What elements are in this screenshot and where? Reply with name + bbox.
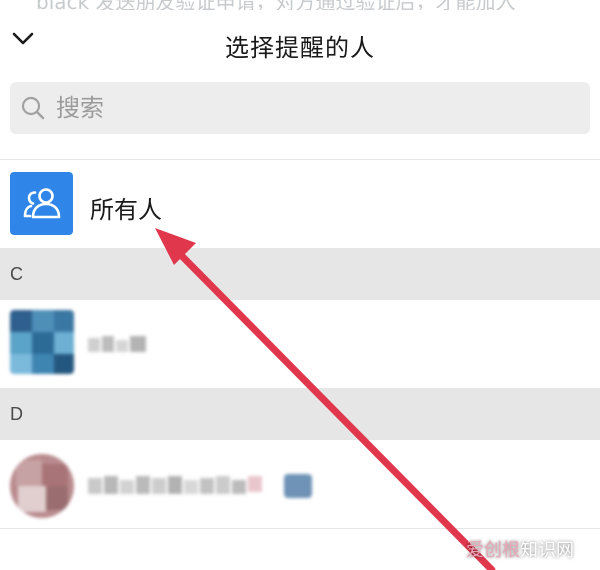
avatar	[10, 454, 74, 518]
section-letter: C	[10, 264, 23, 284]
search-bar[interactable]	[10, 82, 590, 134]
divider	[0, 528, 600, 529]
contact-row[interactable]	[0, 440, 600, 528]
dialog-header: 选择提醒的人	[0, 10, 600, 72]
list-item-everyone[interactable]: 所有人	[0, 160, 600, 248]
watermark-brand: 爱创根	[466, 540, 520, 561]
contact-name-blurred	[88, 334, 150, 356]
contact-name-blurred	[88, 474, 328, 500]
everyone-avatar	[10, 172, 73, 235]
background-text: black 发送朋友验证申请，对方通过验证后，才能加入	[36, 0, 515, 10]
people-icon	[23, 187, 60, 218]
watermark: 爱创根知识网	[466, 536, 574, 562]
search-input[interactable]	[50, 82, 550, 134]
section-header-c: C	[0, 248, 600, 300]
everyone-label: 所有人	[90, 196, 162, 224]
section-letter: D	[10, 404, 23, 424]
contact-row[interactable]	[0, 300, 600, 388]
background-text-strip: black 发送朋友验证申请，对方通过验证后，才能加入	[0, 0, 600, 10]
section-header-d: D	[0, 388, 600, 440]
watermark-text: 知识网	[520, 540, 574, 561]
avatar	[10, 310, 74, 374]
page-title: 选择提醒的人	[225, 34, 375, 62]
search-icon	[10, 82, 50, 134]
